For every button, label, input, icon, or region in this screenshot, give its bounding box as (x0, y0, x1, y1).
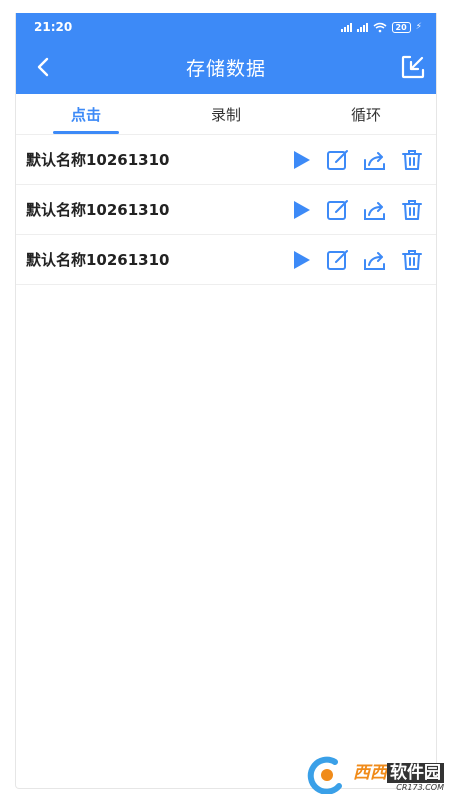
delete-icon[interactable] (400, 248, 424, 272)
share-icon[interactable] (363, 248, 387, 272)
title-bar: 存储数据 (16, 41, 436, 94)
item-actions (289, 148, 424, 172)
watermark-brand-a: 西西 (353, 763, 387, 783)
charging-icon: ⚡ (415, 22, 422, 32)
watermark-url: CR173.COM (396, 783, 444, 792)
wifi-icon (373, 22, 387, 32)
item-actions (289, 248, 424, 272)
tab-record[interactable]: 录制 (156, 94, 296, 134)
edit-icon[interactable] (326, 198, 350, 222)
status-bar: 21:20 20 ⚡ (16, 13, 436, 41)
chevron-left-icon[interactable] (32, 55, 56, 79)
share-icon[interactable] (363, 148, 387, 172)
tab-click[interactable]: 点击 (16, 94, 156, 134)
item-name: 默认名称10261310 (26, 151, 170, 169)
signal-2-icon (356, 22, 368, 32)
watermark: 西西 软件园 CR173.COM (305, 756, 444, 794)
item-name: 默认名称10261310 (26, 251, 170, 269)
tab-bar: 点击 录制 循环 (16, 94, 436, 135)
item-actions (289, 198, 424, 222)
tab-loop[interactable]: 循环 (296, 94, 436, 134)
battery-icon: 20 (391, 21, 411, 33)
play-icon[interactable] (289, 148, 313, 172)
list-item[interactable]: 默认名称10261310 (16, 135, 436, 185)
delete-icon[interactable] (400, 148, 424, 172)
page-title: 存储数据 (185, 58, 266, 80)
play-icon[interactable] (289, 248, 313, 272)
signal-1-icon (340, 22, 352, 32)
play-icon[interactable] (289, 198, 313, 222)
saved-data-list: 默认名称10261310 默认名称10261310 默认名称10261310 (16, 135, 436, 285)
item-name: 默认名称10261310 (26, 201, 170, 219)
watermark-brand-b: 软件园 (387, 763, 444, 783)
app-bar: 21:20 20 ⚡ 存储数据 (16, 13, 436, 94)
status-indicators: 20 ⚡ (340, 21, 422, 33)
share-icon[interactable] (363, 198, 387, 222)
watermark-logo-icon (307, 756, 342, 794)
edit-icon[interactable] (326, 148, 350, 172)
app-screen: 21:20 20 ⚡ 存储数据 点击 录制 循环 默认名称10261310 默认… (15, 13, 437, 789)
list-item[interactable]: 默认名称10261310 (16, 185, 436, 235)
watermark-text: 西西 软件园 CR173.COM (353, 758, 444, 792)
list-item[interactable]: 默认名称10261310 (16, 235, 436, 285)
edit-icon[interactable] (326, 248, 350, 272)
delete-icon[interactable] (400, 198, 424, 222)
status-time: 21:20 (34, 20, 73, 34)
export-icon[interactable] (400, 54, 426, 80)
